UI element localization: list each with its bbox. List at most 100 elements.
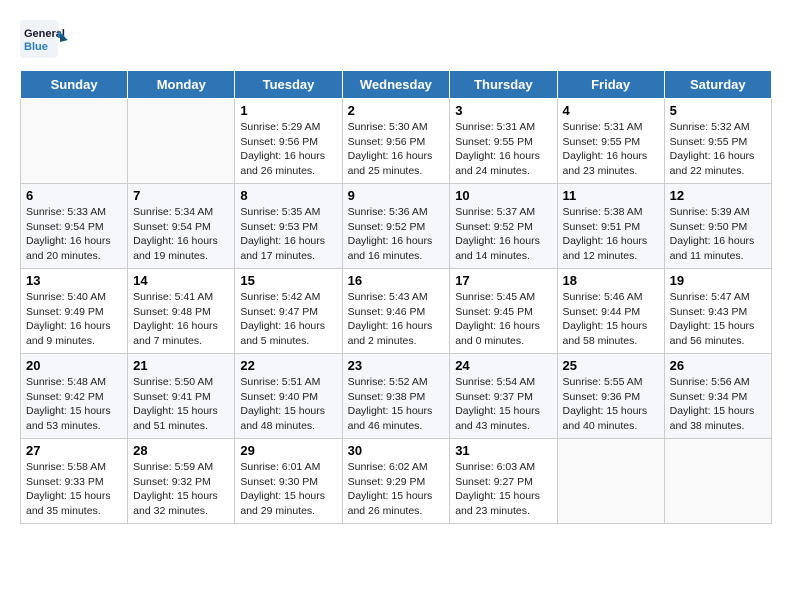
- calendar-cell: 5 Sunrise: 5:32 AM Sunset: 9:55 PM Daylig…: [664, 99, 771, 184]
- cell-content: Sunrise: 5:48 AM Sunset: 9:42 PM Dayligh…: [26, 375, 122, 434]
- day-number: 20: [26, 358, 122, 373]
- calendar-cell: 31 Sunrise: 6:03 AM Sunset: 9:27 PM Dayli…: [450, 439, 557, 524]
- day-number: 15: [240, 273, 336, 288]
- calendar-cell: 22 Sunrise: 5:51 AM Sunset: 9:40 PM Dayli…: [235, 354, 342, 439]
- cell-content: Sunrise: 5:37 AM Sunset: 9:52 PM Dayligh…: [455, 205, 551, 264]
- cell-content: Sunrise: 5:34 AM Sunset: 9:54 PM Dayligh…: [133, 205, 229, 264]
- day-number: 25: [563, 358, 659, 373]
- cell-content: Sunrise: 5:38 AM Sunset: 9:51 PM Dayligh…: [563, 205, 659, 264]
- calendar-week-5: 27Sunrise: 5:58 AM Sunset: 9:33 PM Dayli…: [21, 439, 772, 524]
- calendar-cell: 19 Sunrise: 5:47 AM Sunset: 9:43 PM Dayli…: [664, 269, 771, 354]
- calendar-cell: 16 Sunrise: 5:43 AM Sunset: 9:46 PM Dayli…: [342, 269, 450, 354]
- day-number: 5: [670, 103, 766, 118]
- cell-content: Sunrise: 5:30 AM Sunset: 9:56 PM Dayligh…: [348, 120, 445, 179]
- day-number: 21: [133, 358, 229, 373]
- day-header-monday: Monday: [128, 71, 235, 99]
- day-number: 26: [670, 358, 766, 373]
- day-number: 9: [348, 188, 445, 203]
- calendar-cell: [21, 99, 128, 184]
- day-number: 4: [563, 103, 659, 118]
- cell-content: Sunrise: 5:29 AM Sunset: 9:56 PM Dayligh…: [240, 120, 336, 179]
- day-number: 3: [455, 103, 551, 118]
- cell-content: Sunrise: 5:39 AM Sunset: 9:50 PM Dayligh…: [670, 205, 766, 264]
- cell-content: Sunrise: 5:45 AM Sunset: 9:45 PM Dayligh…: [455, 290, 551, 349]
- calendar-cell: 21 Sunrise: 5:50 AM Sunset: 9:41 PM Dayli…: [128, 354, 235, 439]
- calendar-cell: 25 Sunrise: 5:55 AM Sunset: 9:36 PM Dayli…: [557, 354, 664, 439]
- calendar-week-4: 20 Sunrise: 5:48 AM Sunset: 9:42 PM Dayli…: [21, 354, 772, 439]
- calendar-cell: 23Sunrise: 5:52 AM Sunset: 9:38 PM Dayli…: [342, 354, 450, 439]
- day-header-wednesday: Wednesday: [342, 71, 450, 99]
- day-number: 24: [455, 358, 551, 373]
- calendar-cell: 9 Sunrise: 5:36 AM Sunset: 9:52 PM Daylig…: [342, 184, 450, 269]
- svg-text:Blue: Blue: [24, 41, 48, 53]
- calendar-cell: [664, 439, 771, 524]
- calendar-week-2: 6 Sunrise: 5:33 AM Sunset: 9:54 PM Daylig…: [21, 184, 772, 269]
- cell-content: Sunrise: 5:43 AM Sunset: 9:46 PM Dayligh…: [348, 290, 445, 349]
- cell-content: Sunrise: 5:52 AM Sunset: 9:38 PM Dayligh…: [348, 375, 445, 434]
- day-number: 19: [670, 273, 766, 288]
- cell-content: Sunrise: 5:59 AM Sunset: 9:32 PM Dayligh…: [133, 460, 229, 519]
- cell-content: Sunrise: 5:40 AM Sunset: 9:49 PM Dayligh…: [26, 290, 122, 349]
- day-number: 31: [455, 443, 551, 458]
- logo: General Blue: [20, 20, 70, 60]
- cell-content: Sunrise: 5:35 AM Sunset: 9:53 PM Dayligh…: [240, 205, 336, 264]
- day-number: 12: [670, 188, 766, 203]
- day-number: 6: [26, 188, 122, 203]
- calendar-cell: 10 Sunrise: 5:37 AM Sunset: 9:52 PM Dayli…: [450, 184, 557, 269]
- cell-content: Sunrise: 6:03 AM Sunset: 9:27 PM Dayligh…: [455, 460, 551, 519]
- cell-content: Sunrise: 5:54 AM Sunset: 9:37 PM Dayligh…: [455, 375, 551, 434]
- calendar-cell: 24 Sunrise: 5:54 AM Sunset: 9:37 PM Dayli…: [450, 354, 557, 439]
- calendar-cell: [557, 439, 664, 524]
- day-number: 22: [240, 358, 336, 373]
- calendar-cell: 18 Sunrise: 5:46 AM Sunset: 9:44 PM Dayli…: [557, 269, 664, 354]
- day-header-friday: Friday: [557, 71, 664, 99]
- cell-content: Sunrise: 5:46 AM Sunset: 9:44 PM Dayligh…: [563, 290, 659, 349]
- calendar-cell: 20 Sunrise: 5:48 AM Sunset: 9:42 PM Dayli…: [21, 354, 128, 439]
- calendar-table: SundayMondayTuesdayWednesdayThursdayFrid…: [20, 70, 772, 524]
- cell-content: Sunrise: 5:33 AM Sunset: 9:54 PM Dayligh…: [26, 205, 122, 264]
- calendar-cell: 7 Sunrise: 5:34 AM Sunset: 9:54 PM Daylig…: [128, 184, 235, 269]
- day-number: 10: [455, 188, 551, 203]
- calendar-cell: 17 Sunrise: 5:45 AM Sunset: 9:45 PM Dayli…: [450, 269, 557, 354]
- calendar-cell: 14Sunrise: 5:41 AM Sunset: 9:48 PM Dayli…: [128, 269, 235, 354]
- cell-content: Sunrise: 5:32 AM Sunset: 9:55 PM Dayligh…: [670, 120, 766, 179]
- calendar-header-row: SundayMondayTuesdayWednesdayThursdayFrid…: [21, 71, 772, 99]
- calendar-cell: 8Sunrise: 5:35 AM Sunset: 9:53 PM Daylig…: [235, 184, 342, 269]
- day-number: 27: [26, 443, 122, 458]
- calendar-cell: 4 Sunrise: 5:31 AM Sunset: 9:55 PM Daylig…: [557, 99, 664, 184]
- logo-svg: General Blue: [20, 20, 70, 60]
- cell-content: Sunrise: 6:02 AM Sunset: 9:29 PM Dayligh…: [348, 460, 445, 519]
- cell-content: Sunrise: 5:50 AM Sunset: 9:41 PM Dayligh…: [133, 375, 229, 434]
- day-header-tuesday: Tuesday: [235, 71, 342, 99]
- day-number: 7: [133, 188, 229, 203]
- calendar-week-1: 1 Sunrise: 5:29 AM Sunset: 9:56 PM Daylig…: [21, 99, 772, 184]
- day-number: 18: [563, 273, 659, 288]
- calendar-cell: 29Sunrise: 6:01 AM Sunset: 9:30 PM Dayli…: [235, 439, 342, 524]
- calendar-cell: 1 Sunrise: 5:29 AM Sunset: 9:56 PM Daylig…: [235, 99, 342, 184]
- calendar-week-3: 13 Sunrise: 5:40 AM Sunset: 9:49 PM Dayli…: [21, 269, 772, 354]
- day-number: 14: [133, 273, 229, 288]
- cell-content: Sunrise: 5:51 AM Sunset: 9:40 PM Dayligh…: [240, 375, 336, 434]
- day-number: 17: [455, 273, 551, 288]
- calendar-cell: 26 Sunrise: 5:56 AM Sunset: 9:34 PM Dayli…: [664, 354, 771, 439]
- day-number: 2: [348, 103, 445, 118]
- page-header: General Blue: [20, 20, 772, 60]
- cell-content: Sunrise: 5:36 AM Sunset: 9:52 PM Dayligh…: [348, 205, 445, 264]
- calendar-cell: [128, 99, 235, 184]
- cell-content: Sunrise: 5:31 AM Sunset: 9:55 PM Dayligh…: [455, 120, 551, 179]
- cell-content: Sunrise: 5:31 AM Sunset: 9:55 PM Dayligh…: [563, 120, 659, 179]
- cell-content: Sunrise: 5:56 AM Sunset: 9:34 PM Dayligh…: [670, 375, 766, 434]
- calendar-cell: 13 Sunrise: 5:40 AM Sunset: 9:49 PM Dayli…: [21, 269, 128, 354]
- cell-content: Sunrise: 5:47 AM Sunset: 9:43 PM Dayligh…: [670, 290, 766, 349]
- calendar-cell: 6 Sunrise: 5:33 AM Sunset: 9:54 PM Daylig…: [21, 184, 128, 269]
- cell-content: Sunrise: 5:55 AM Sunset: 9:36 PM Dayligh…: [563, 375, 659, 434]
- cell-content: Sunrise: 5:42 AM Sunset: 9:47 PM Dayligh…: [240, 290, 336, 349]
- day-number: 1: [240, 103, 336, 118]
- day-number: 16: [348, 273, 445, 288]
- day-header-sunday: Sunday: [21, 71, 128, 99]
- calendar-cell: 15 Sunrise: 5:42 AM Sunset: 9:47 PM Dayli…: [235, 269, 342, 354]
- day-number: 29: [240, 443, 336, 458]
- day-header-thursday: Thursday: [450, 71, 557, 99]
- day-number: 13: [26, 273, 122, 288]
- day-number: 28: [133, 443, 229, 458]
